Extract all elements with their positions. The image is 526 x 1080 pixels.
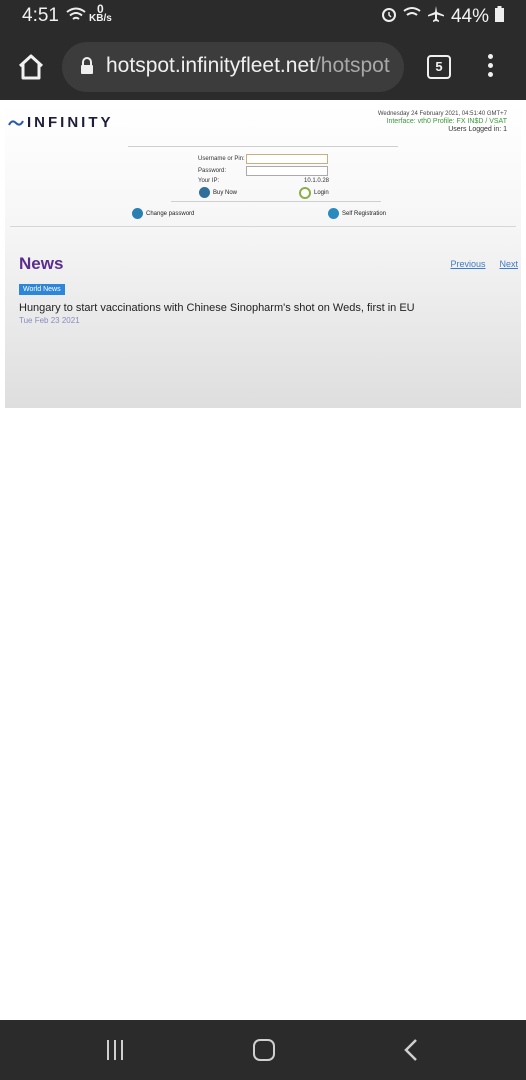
previous-link[interactable]: Previous xyxy=(450,259,485,269)
net-speed: 0 KB/s xyxy=(89,2,112,24)
clock: 4:51 xyxy=(22,5,59,26)
cart-icon xyxy=(199,187,210,198)
url-text: hotspot.infinityfleet.net/hotspot xyxy=(106,54,390,77)
ip-value: 10.1.0.28 xyxy=(304,178,330,184)
divider xyxy=(171,201,381,202)
password-label: Password: xyxy=(198,168,227,174)
ip-label: Your IP: xyxy=(198,178,220,184)
home-button[interactable] xyxy=(16,52,46,82)
login-icon xyxy=(299,187,311,199)
address-bar[interactable]: hotspot.infinityfleet.net/hotspot xyxy=(62,42,404,92)
battery-level: 44% xyxy=(450,6,489,27)
news-pagination: Previous Next xyxy=(436,259,518,269)
home-icon xyxy=(18,54,44,80)
back-button[interactable] xyxy=(403,1038,419,1067)
lock-icon xyxy=(81,57,93,74)
category-badge[interactable]: World News xyxy=(19,284,65,295)
divider xyxy=(10,226,516,227)
change-password-button[interactable]: Change password xyxy=(132,208,194,219)
login-button[interactable]: Login xyxy=(299,187,329,199)
next-link[interactable]: Next xyxy=(499,259,518,269)
home-nav-button[interactable] xyxy=(253,1039,275,1061)
self-registration-button[interactable]: Self Registration xyxy=(328,208,386,219)
logo: INFINITY xyxy=(8,114,114,131)
wifi-icon xyxy=(66,7,86,28)
browser-toolbar: hotspot.infinityfleet.net/hotspot 5 xyxy=(0,34,526,100)
tab-switcher-button[interactable]: 5 xyxy=(427,55,451,79)
hotspot-page: INFINITY Wednesday 24 February 2021, 04:… xyxy=(5,104,521,408)
logo-swoosh-icon xyxy=(8,119,24,126)
buy-now-button[interactable]: Buy Now xyxy=(199,187,237,198)
status-bar: 4:51 0 KB/s 44% xyxy=(0,0,526,34)
user-add-icon xyxy=(328,208,339,219)
password-input[interactable] xyxy=(246,166,328,176)
wifi-calling-icon xyxy=(403,6,421,28)
alarm-icon xyxy=(381,6,397,28)
session-info: Wednesday 24 February 2021, 04:51:40 GMT… xyxy=(377,111,507,133)
menu-button[interactable] xyxy=(480,54,500,80)
battery-icon xyxy=(495,6,504,28)
username-input[interactable] xyxy=(246,154,328,164)
username-label: Username or Pin: xyxy=(198,156,245,162)
back-icon xyxy=(404,1039,417,1061)
airplane-icon xyxy=(427,5,445,29)
news-headline[interactable]: Hungary to start vaccinations with Chine… xyxy=(19,302,415,314)
login-form xyxy=(128,146,398,147)
key-icon xyxy=(132,208,143,219)
navigation-bar xyxy=(0,1020,526,1080)
news-date: Tue Feb 23 2021 xyxy=(19,316,80,325)
recent-apps-button[interactable] xyxy=(107,1040,129,1060)
news-heading: News xyxy=(19,254,64,273)
